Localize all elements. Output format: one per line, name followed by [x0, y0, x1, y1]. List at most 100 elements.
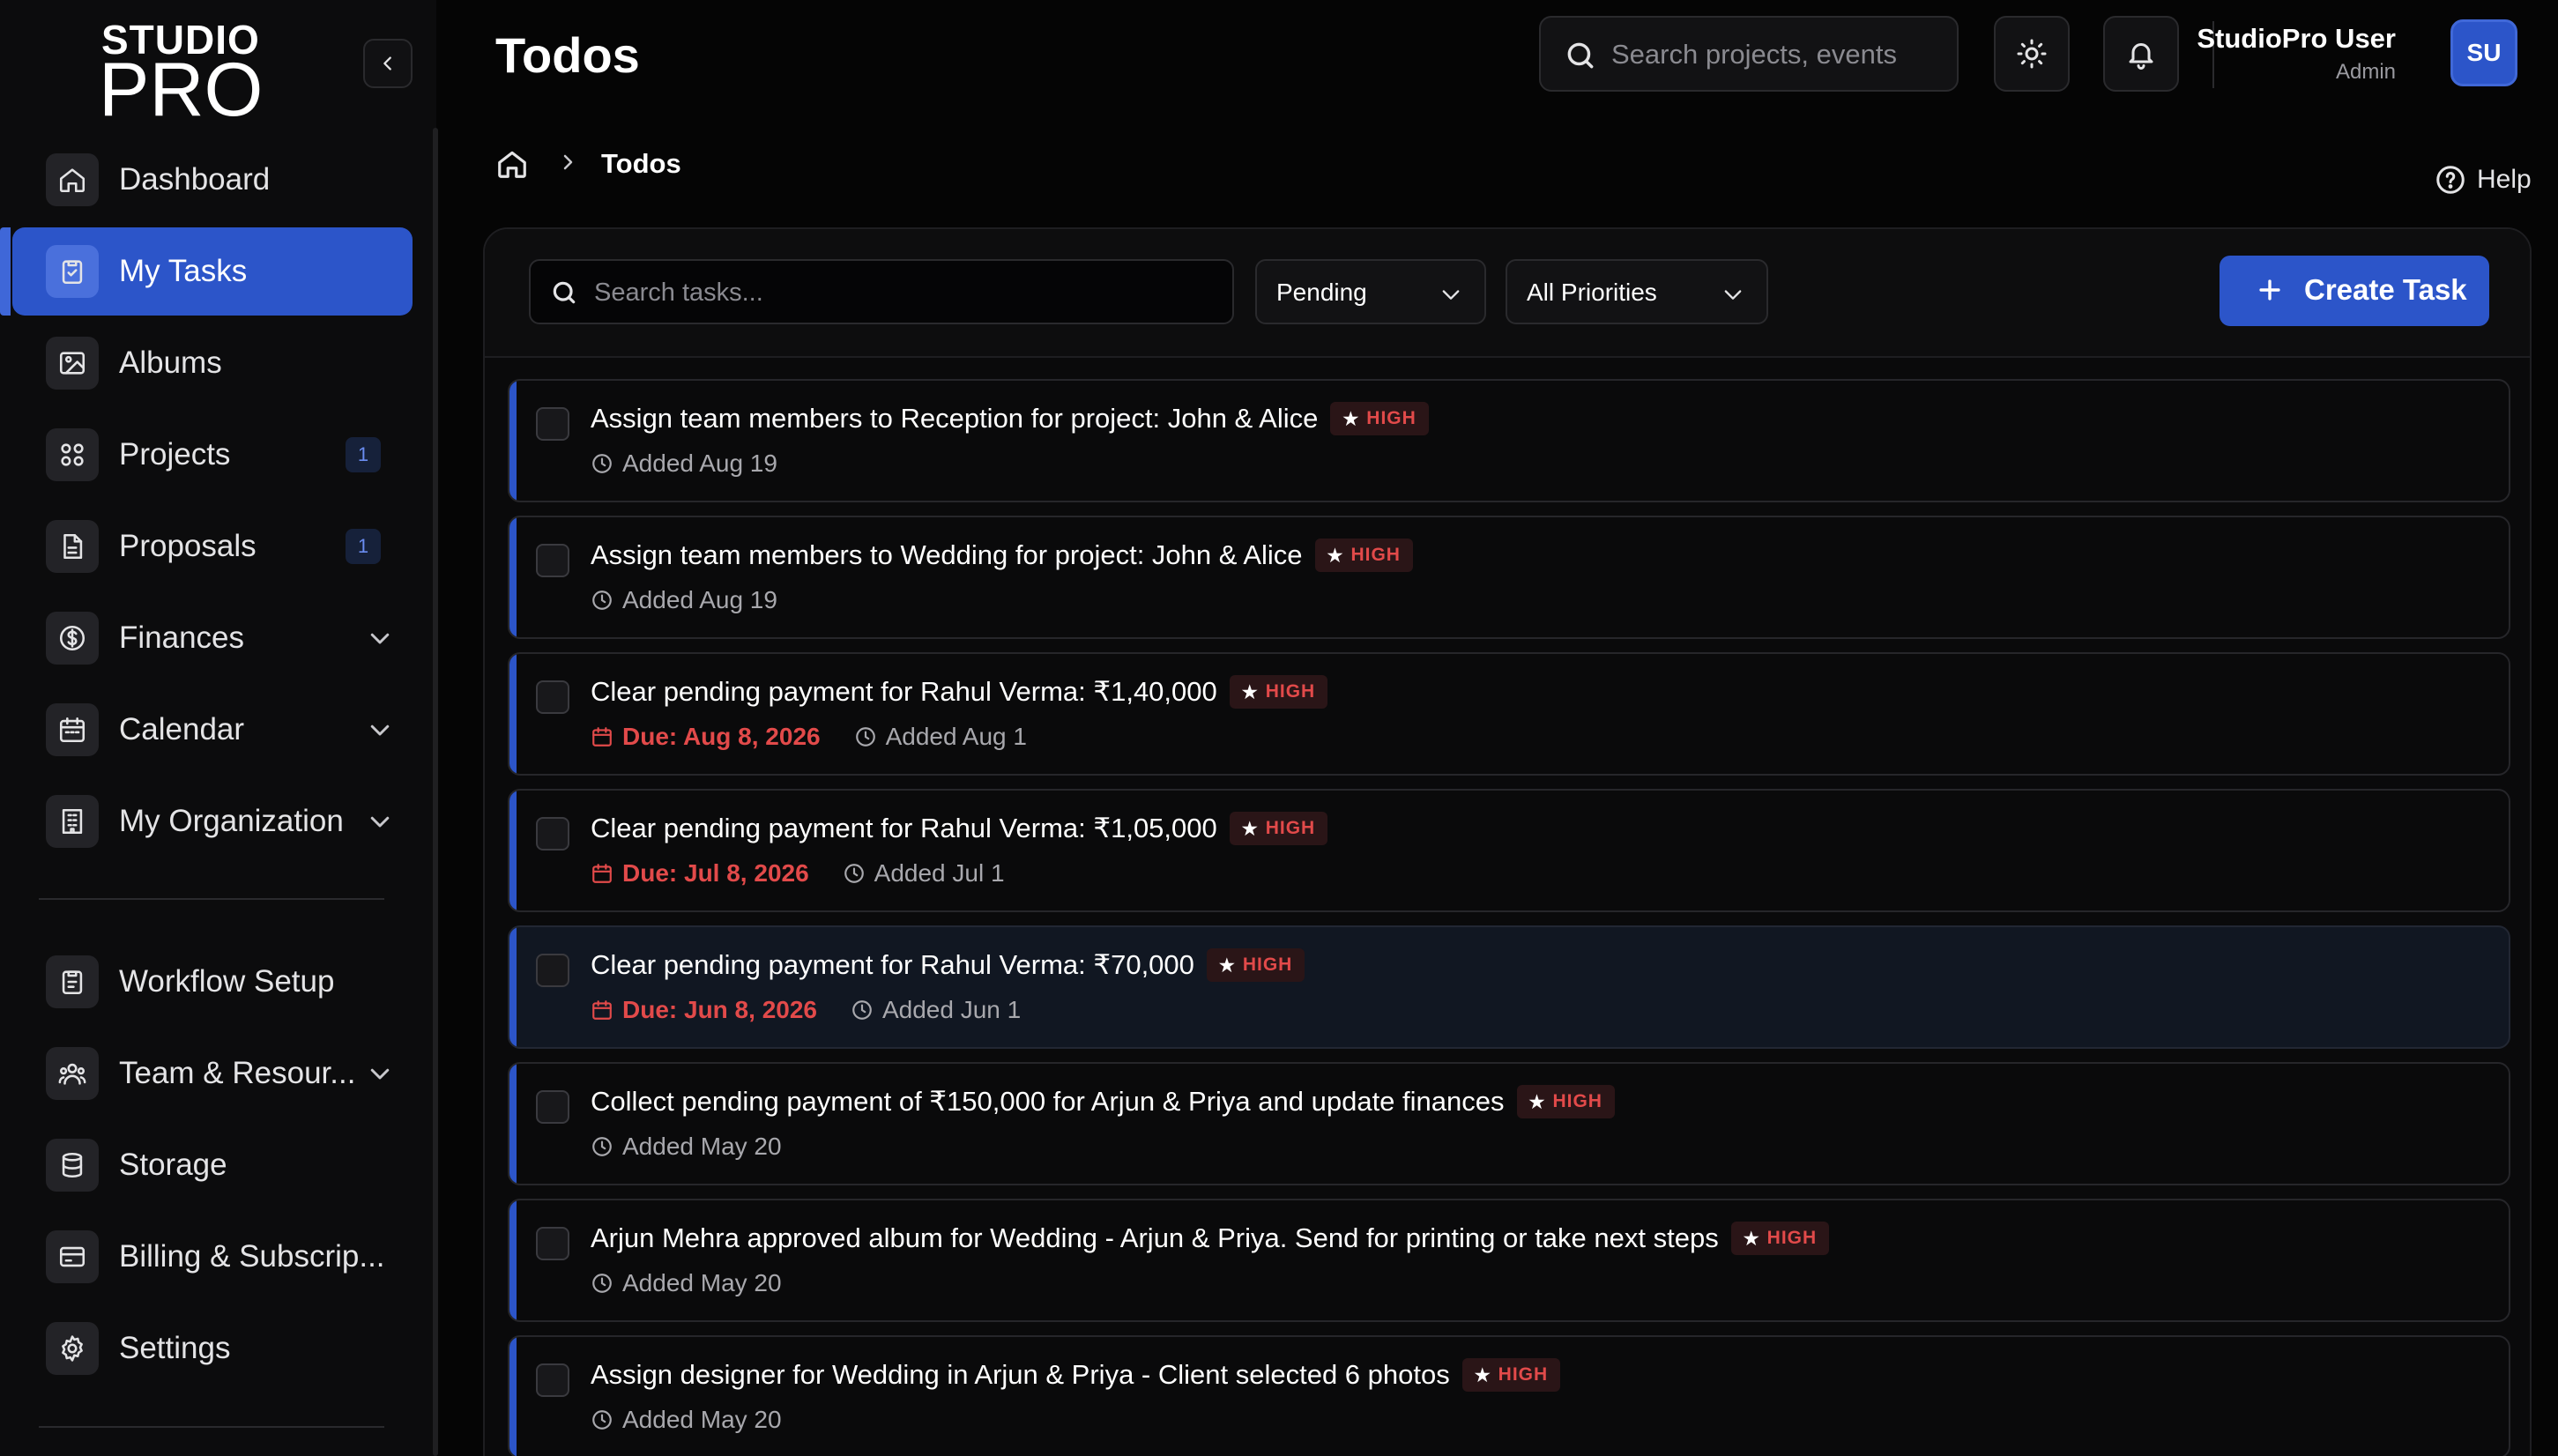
task-added-date: Added May 20	[622, 1269, 782, 1296]
task-title[interactable]: Clear pending payment for Rahul Verma: ₹…	[591, 949, 1194, 981]
star-icon: ★	[1342, 409, 1360, 429]
users-icon	[58, 1063, 86, 1085]
sidebar-item-finances[interactable]: Finances	[12, 594, 413, 682]
chevron-down-icon	[370, 816, 390, 828]
sidebar-item-label: Calendar	[119, 712, 245, 747]
sidebar-item-my-organization[interactable]: My Organization	[12, 777, 413, 865]
task-item[interactable]: Assign designer for Wedding in Arjun & P…	[508, 1335, 2510, 1456]
task-item[interactable]: Collect pending payment of ₹150,000 for …	[508, 1062, 2510, 1185]
task-item[interactable]: Assign team members to Wedding for proje…	[508, 516, 2510, 639]
task-added-date: Added Jun 1	[881, 996, 1022, 1023]
task-title[interactable]: Assign team members to Reception for pro…	[591, 403, 1318, 435]
task-title[interactable]: Clear pending payment for Rahul Verma: ₹…	[591, 813, 1217, 844]
create-task-label: Create Task	[2304, 273, 2467, 306]
task-checkbox[interactable]	[536, 407, 569, 441]
sidebar-item-storage[interactable]: Storage	[12, 1121, 413, 1209]
chevron-down-icon	[370, 633, 390, 644]
help-label: Help	[2477, 165, 2532, 194]
sidebar-icon-box	[46, 955, 99, 1008]
task-checkbox[interactable]	[536, 544, 569, 577]
clock-icon	[592, 1274, 612, 1293]
home-icon[interactable]	[495, 147, 529, 181]
task-item[interactable]: Clear pending payment for Rahul Verma: ₹…	[508, 925, 2510, 1049]
gear-icon	[62, 1335, 83, 1362]
user-role: Admin	[2335, 60, 2396, 84]
sidebar-item-proposals[interactable]: Proposals 1	[12, 502, 413, 591]
task-title[interactable]: Assign designer for Wedding in Arjun & P…	[591, 1359, 1450, 1391]
sidebar-item-projects[interactable]: Projects 1	[12, 411, 413, 499]
task-meta: Added Aug 19	[591, 449, 777, 478]
sidebar-item-workflow-setup[interactable]: Workflow Setup	[12, 938, 413, 1026]
task-checkbox[interactable]	[536, 1363, 569, 1397]
chevron-down-icon	[370, 724, 390, 736]
clock-icon	[592, 454, 612, 473]
breadcrumb: Todos	[495, 143, 681, 185]
task-due-date: Due: Jul 8, 2026	[622, 859, 809, 887]
task-title[interactable]: Collect pending payment of ₹150,000 for …	[591, 1086, 1505, 1118]
task-checkbox[interactable]	[536, 954, 569, 987]
sidebar-item-albums[interactable]: Albums	[12, 319, 413, 407]
database-icon	[62, 1152, 83, 1178]
task-meta: Due: Aug 8, 2026 Added Aug 1	[591, 723, 1027, 751]
create-task-button[interactable]: Create Task	[2220, 256, 2489, 326]
sidebar-icon-box	[46, 337, 99, 390]
task-item[interactable]: Clear pending payment for Rahul Verma: ₹…	[508, 652, 2510, 776]
task-due-date: Due: Aug 8, 2026	[622, 723, 821, 750]
task-added-date: Added Aug 19	[622, 586, 777, 613]
task-checkbox[interactable]	[536, 1227, 569, 1260]
sidebar-item-billing-subscrip[interactable]: Billing & Subscrip...	[12, 1213, 413, 1301]
task-added-date: Added May 20	[622, 1406, 782, 1433]
priority-label: HIGH	[1552, 1091, 1602, 1111]
task-added-date: Added Aug 19	[622, 449, 777, 477]
chevron-down-icon	[1442, 290, 1460, 300]
task-added-date: Added Jul 1	[874, 859, 1005, 887]
priority-badge: ★ HIGH	[1516, 1085, 1615, 1118]
calendar-icon	[592, 864, 612, 883]
calendar-icon	[59, 717, 86, 743]
task-checkbox[interactable]	[536, 817, 569, 851]
studio-pro-logo[interactable]: STUDIO PRO	[99, 16, 263, 128]
clock-icon	[844, 864, 864, 883]
avatar[interactable]: SU	[2450, 19, 2517, 86]
star-icon: ★	[1327, 546, 1344, 566]
status-filter-select[interactable]: Pending	[1255, 259, 1486, 324]
global-search-input[interactable]	[1611, 33, 1946, 76]
priority-badge: ★ HIGH	[1229, 812, 1328, 845]
clock-icon	[852, 1000, 872, 1020]
user-name[interactable]: StudioPro User	[2197, 23, 2396, 55]
sidebar-item-label: Projects	[119, 437, 231, 472]
task-item[interactable]: Clear pending payment for Rahul Verma: ₹…	[508, 789, 2510, 912]
star-icon: ★	[1474, 1365, 1491, 1385]
sidebar-icon-box	[46, 703, 99, 756]
sidebar-scrollbar[interactable]	[433, 128, 438, 1456]
task-search[interactable]	[529, 259, 1234, 324]
notifications-button[interactable]	[2103, 16, 2179, 92]
task-meta: Due: Jun 8, 2026 Added Jun 1	[591, 996, 1021, 1024]
task-search-input[interactable]	[594, 273, 1211, 312]
sidebar-item-dashboard[interactable]: Dashboard	[12, 136, 413, 224]
task-title[interactable]: Assign team members to Wedding for proje…	[591, 539, 1303, 571]
clipboard-list-icon	[62, 970, 83, 995]
task-item[interactable]: Assign team members to Reception for pro…	[508, 379, 2510, 502]
task-item[interactable]: Arjun Mehra approved album for Wedding -…	[508, 1199, 2510, 1322]
help-link[interactable]: Help	[2435, 164, 2532, 196]
collapse-sidebar-button[interactable]	[363, 39, 413, 88]
sidebar-item-team-resour[interactable]: Team & Resour...	[12, 1029, 413, 1118]
sidebar-item-settings[interactable]: Settings	[12, 1304, 413, 1393]
task-title[interactable]: Clear pending payment for Rahul Verma: ₹…	[591, 676, 1217, 708]
chevron-right-icon	[563, 154, 573, 170]
priority-badge: ★ HIGH	[1206, 948, 1305, 982]
sidebar-item-calendar[interactable]: Calendar	[12, 686, 413, 774]
search-icon	[553, 281, 576, 304]
priority-filter-select[interactable]: All Priorities	[1506, 259, 1768, 324]
task-title[interactable]: Arjun Mehra approved album for Wedding -…	[591, 1222, 1719, 1254]
count-badge: 1	[346, 529, 381, 564]
clock-icon	[592, 591, 612, 610]
task-checkbox[interactable]	[536, 1090, 569, 1124]
task-checkbox[interactable]	[536, 680, 569, 714]
theme-toggle-button[interactable]	[1994, 16, 2070, 92]
sidebar-item-my-tasks[interactable]: My Tasks	[0, 227, 413, 316]
sidebar-item-label: Billing & Subscrip...	[119, 1239, 385, 1274]
global-search[interactable]	[1539, 16, 1959, 92]
sidebar-item-label: Albums	[119, 345, 222, 380]
